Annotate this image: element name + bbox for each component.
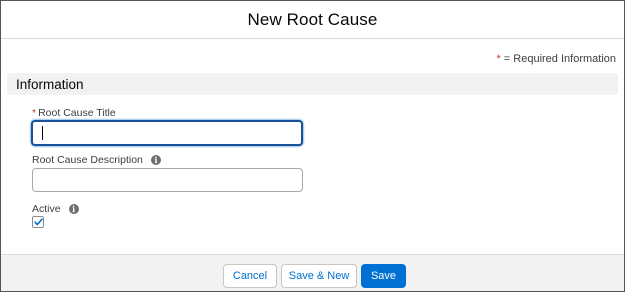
info-icon[interactable]: i — [68, 204, 79, 214]
active-label: Active i — [32, 203, 79, 215]
root-cause-description-label: Root Cause Description i — [32, 154, 161, 166]
root-cause-description-input[interactable] — [32, 168, 303, 192]
modal-title: New Root Cause — [247, 9, 378, 29]
info-icon[interactable]: i — [150, 155, 161, 165]
required-star: * — [496, 53, 501, 65]
section-header-information[interactable]: Information — [7, 73, 618, 95]
required-legend-text: = Required Information — [503, 53, 616, 65]
active-checkbox[interactable] — [32, 216, 44, 228]
modal-header: New Root Cause — [1, 1, 624, 39]
save-and-new-button[interactable]: Save & New — [281, 264, 357, 288]
cancel-button[interactable]: Cancel — [223, 264, 277, 288]
required-information-legend: * = Required Information — [497, 53, 616, 65]
section-title: Information — [16, 76, 84, 92]
new-root-cause-modal: New Root Cause * = Required Information I… — [0, 0, 625, 292]
root-cause-title-label-text: Root Cause Title — [38, 107, 116, 119]
modal-footer: Cancel Save & New Save — [1, 254, 624, 291]
active-label-text: Active — [32, 203, 61, 215]
root-cause-title-input[interactable] — [31, 120, 303, 146]
root-cause-title-label: * Root Cause Title — [32, 107, 116, 119]
save-button[interactable]: Save — [361, 264, 406, 288]
text-caret — [42, 126, 43, 140]
root-cause-description-label-text: Root Cause Description — [32, 154, 143, 166]
required-marker: * — [32, 107, 37, 119]
checkmark-icon — [33, 218, 43, 226]
